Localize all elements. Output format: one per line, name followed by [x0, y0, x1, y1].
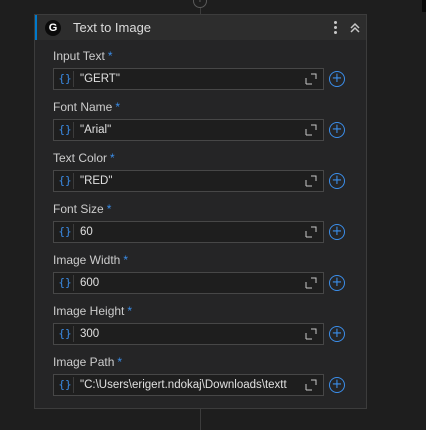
field-label: Font Size *	[53, 202, 112, 216]
input-row: {} 300 +	[53, 323, 349, 345]
add-variable-icon[interactable]: +	[329, 71, 345, 87]
action-card: G Text to Image Input Text * {} "GERT" +…	[34, 14, 367, 409]
input-value[interactable]: 60	[80, 222, 304, 242]
required-marker: *	[115, 100, 121, 114]
input-row: {} "GERT" +	[53, 68, 349, 90]
input-row: {} 600 +	[53, 272, 349, 294]
action-badge-icon: G	[45, 19, 61, 36]
add-node-icon[interactable]: +	[193, 0, 207, 8]
input-value[interactable]: 300	[80, 324, 304, 344]
font-size-field[interactable]: {} 60	[53, 221, 324, 243]
required-marker: *	[110, 151, 115, 165]
add-variable-icon[interactable]: +	[329, 122, 345, 138]
required-marker: *	[106, 202, 112, 216]
text-color-field[interactable]: {} "RED"	[53, 170, 324, 192]
input-text-field[interactable]: {} "GERT"	[53, 68, 324, 90]
expand-corner-icon[interactable]	[305, 379, 317, 391]
font-name-field[interactable]: {} "Arial"	[53, 119, 324, 141]
card-title: Text to Image	[73, 20, 152, 35]
connector-line-bottom	[200, 409, 201, 430]
field-label: Font Name *	[53, 100, 121, 114]
image-width-field[interactable]: {} 600	[53, 272, 324, 294]
field-image-height: Image Height * {} 300 +	[53, 303, 349, 345]
input-value[interactable]: "C:\Users\erigert.ndokaj\Downloads\textt	[80, 375, 304, 395]
required-marker: *	[117, 355, 123, 369]
field-image-path: Image Path * {} "C:\Users\erigert.ndokaj\…	[53, 354, 349, 396]
field-text-color: Text Color * {} "RED" +	[53, 150, 349, 192]
curly-braces-icon[interactable]: {}	[57, 173, 74, 189]
expand-corner-icon[interactable]	[305, 73, 317, 85]
expand-corner-icon[interactable]	[305, 175, 317, 187]
field-label: Input Text *	[53, 49, 113, 63]
input-row: {} "RED" +	[53, 170, 349, 192]
input-value[interactable]: "Arial"	[80, 120, 304, 140]
field-image-width: Image Width * {} 600 +	[53, 252, 349, 294]
expand-corner-icon[interactable]	[305, 226, 317, 238]
required-marker: *	[127, 304, 133, 318]
image-height-field[interactable]: {} 300	[53, 323, 324, 345]
card-header[interactable]: G Text to Image	[35, 15, 366, 40]
required-marker: *	[123, 253, 129, 267]
field-label: Text Color *	[53, 151, 115, 165]
collapse-chevron-icon[interactable]	[348, 21, 362, 35]
workflow-canvas: + G Text to Image Input Text * {} "GERT"…	[0, 0, 426, 430]
input-value[interactable]: "RED"	[80, 171, 304, 191]
field-font-size: Font Size * {} 60 +	[53, 201, 349, 243]
curly-braces-icon[interactable]: {}	[57, 224, 74, 240]
curly-braces-icon[interactable]: {}	[57, 122, 74, 138]
input-row: {} "C:\Users\erigert.ndokaj\Downloads\te…	[53, 374, 349, 396]
input-value[interactable]: 600	[80, 273, 304, 293]
expand-corner-icon[interactable]	[305, 277, 317, 289]
scrollbar-edge	[422, 0, 426, 12]
add-variable-icon[interactable]: +	[329, 173, 345, 189]
input-value[interactable]: "GERT"	[80, 69, 304, 89]
curly-braces-icon[interactable]: {}	[57, 377, 74, 393]
add-variable-icon[interactable]: +	[329, 326, 345, 342]
expand-corner-icon[interactable]	[305, 328, 317, 340]
curly-braces-icon[interactable]: {}	[57, 275, 74, 291]
add-variable-icon[interactable]: +	[329, 275, 345, 291]
input-row: {} "Arial" +	[53, 119, 349, 141]
field-label: Image Height *	[53, 304, 133, 318]
image-path-field[interactable]: {} "C:\Users\erigert.ndokaj\Downloads\te…	[53, 374, 324, 396]
add-variable-icon[interactable]: +	[329, 224, 345, 240]
expand-corner-icon[interactable]	[305, 124, 317, 136]
curly-braces-icon[interactable]: {}	[57, 71, 74, 87]
kebab-menu-icon[interactable]	[328, 19, 342, 37]
input-row: {} 60 +	[53, 221, 349, 243]
field-label: Image Path *	[53, 355, 123, 369]
field-label: Image Width *	[53, 253, 129, 267]
add-variable-icon[interactable]: +	[329, 377, 345, 393]
field-font-name: Font Name * {} "Arial" +	[53, 99, 349, 141]
field-input-text: Input Text * {} "GERT" +	[53, 48, 349, 90]
curly-braces-icon[interactable]: {}	[57, 326, 74, 342]
header-actions	[328, 15, 362, 40]
required-marker: *	[107, 49, 113, 63]
